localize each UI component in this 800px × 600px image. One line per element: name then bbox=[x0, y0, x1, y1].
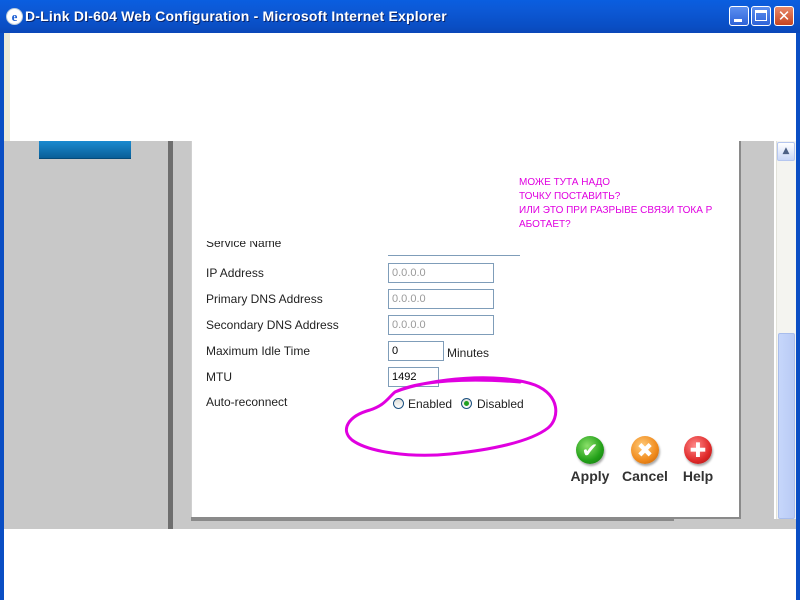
auto-reconnect-enabled-label[interactable]: Enabled bbox=[408, 397, 452, 411]
service-name-label-partial: Service Name bbox=[206, 241, 282, 250]
close-icon: ✕ bbox=[777, 7, 791, 25]
annotation-line: ИЛИ ЭТО ПРИ РАЗРЫВЕ СВЯЗИ ТОКА Р bbox=[519, 205, 713, 216]
plus-icon: ✚ bbox=[684, 436, 712, 464]
scrollbar-thumb[interactable] bbox=[778, 333, 795, 519]
x-icon: ✖ bbox=[631, 436, 659, 464]
window-frame-right bbox=[796, 33, 800, 600]
annotation-text: МОЖЕ ТУТА НАДО ТОЧКУ ПОСТАВИТЬ? ИЛИ ЭТО … bbox=[519, 176, 734, 232]
window-title: D-Link DI-604 Web Configuration - Micros… bbox=[25, 8, 447, 24]
ip-address-label: IP Address bbox=[206, 266, 264, 280]
max-idle-time-input[interactable]: 0 bbox=[388, 341, 444, 361]
minimize-icon bbox=[734, 19, 742, 22]
annotation-line: АБОТАЕТ? bbox=[519, 219, 571, 230]
scroll-up-button[interactable]: ▲ bbox=[777, 142, 795, 161]
mtu-label: MTU bbox=[206, 370, 232, 384]
annotation-line: ТОЧКУ ПОСТАВИТЬ? bbox=[519, 191, 621, 202]
secondary-dns-input[interactable]: 0.0.0.0 bbox=[388, 315, 494, 335]
service-name-input-partial[interactable] bbox=[388, 240, 520, 256]
auto-reconnect-enabled-radio[interactable] bbox=[393, 398, 404, 409]
help-button[interactable]: ✚ Help bbox=[678, 436, 718, 484]
mtu-input[interactable]: 1492 bbox=[388, 367, 439, 387]
page-background-bottom bbox=[674, 519, 796, 529]
occluding-overlay-top bbox=[10, 33, 706, 141]
sidebar-nav-button[interactable] bbox=[39, 141, 131, 159]
cancel-label: Cancel bbox=[622, 468, 668, 484]
auto-reconnect-disabled-label[interactable]: Disabled bbox=[477, 397, 524, 411]
maximize-icon bbox=[755, 10, 767, 21]
auto-reconnect-label: Auto-reconnect bbox=[206, 395, 288, 409]
primary-dns-label: Primary DNS Address bbox=[206, 292, 323, 306]
help-label: Help bbox=[682, 468, 714, 484]
primary-dns-input[interactable]: 0.0.0.0 bbox=[388, 289, 494, 309]
apply-label: Apply bbox=[570, 468, 610, 484]
max-idle-time-unit: Minutes bbox=[447, 346, 490, 360]
minimize-button[interactable] bbox=[729, 6, 749, 26]
chevron-up-icon: ▲ bbox=[782, 146, 790, 156]
cancel-button[interactable]: ✖ Cancel bbox=[619, 436, 671, 484]
sidebar-divider bbox=[168, 141, 173, 529]
internet-explorer-icon: e bbox=[6, 8, 23, 25]
close-button[interactable]: ✕ bbox=[774, 6, 794, 26]
annotation-line: МОЖЕ ТУТА НАДО bbox=[519, 177, 611, 188]
occluding-overlay-top-right bbox=[706, 33, 796, 141]
title-bar: e D-Link DI-604 Web Configuration - Micr… bbox=[0, 0, 800, 33]
secondary-dns-label: Secondary DNS Address bbox=[206, 318, 339, 332]
maximize-button[interactable] bbox=[751, 6, 771, 26]
max-idle-time-label: Maximum Idle Time bbox=[206, 344, 311, 358]
apply-button[interactable]: ✔ Apply bbox=[568, 436, 612, 484]
auto-reconnect-disabled-radio[interactable] bbox=[461, 398, 472, 409]
occluding-overlay-bottom bbox=[4, 529, 796, 600]
ip-address-input[interactable]: 0.0.0.0 bbox=[388, 263, 494, 283]
check-icon: ✔ bbox=[576, 436, 604, 464]
